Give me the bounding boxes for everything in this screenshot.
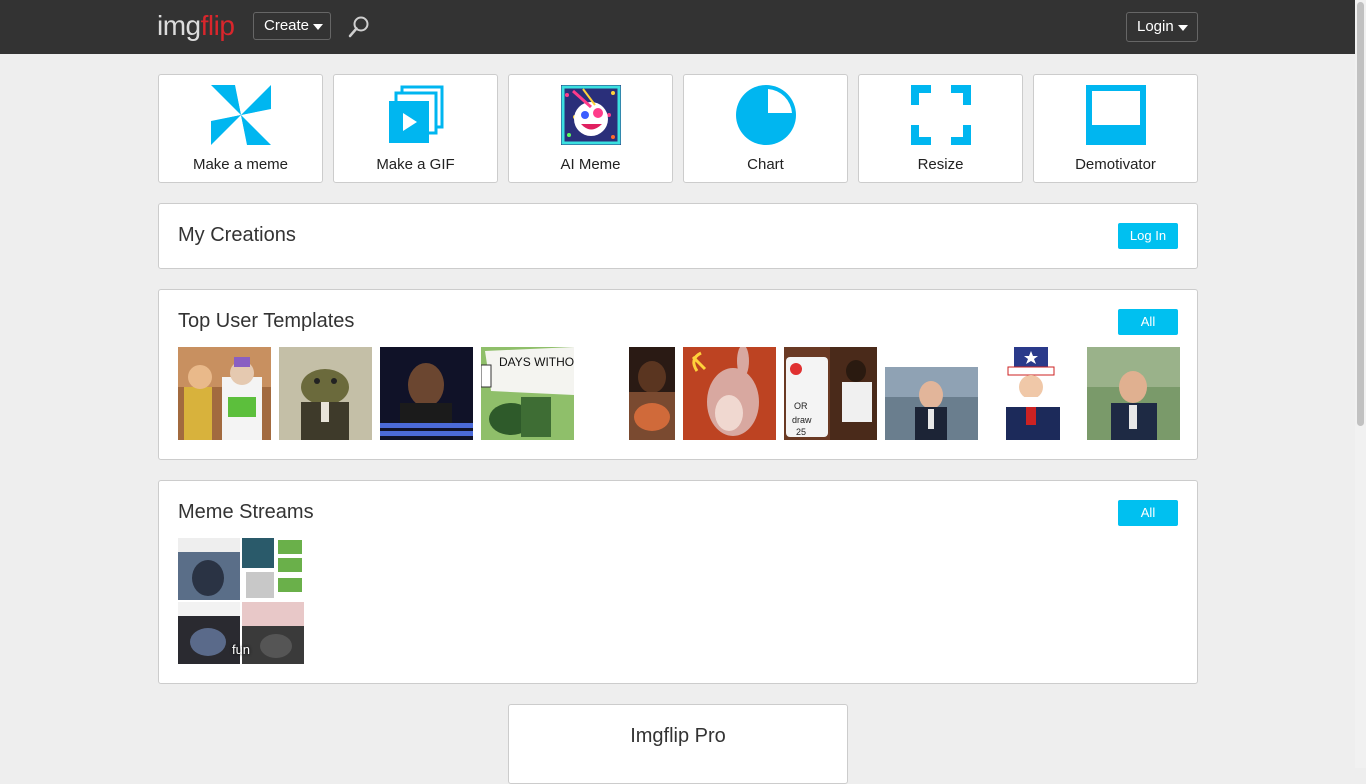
- login-dropdown-button[interactable]: Login: [1126, 12, 1198, 42]
- template-thumbnail[interactable]: [683, 347, 776, 440]
- stream-collage-image: [178, 538, 240, 600]
- streams-all-button[interactable]: All: [1118, 500, 1178, 526]
- template-caption: DAYS WITHO: [499, 355, 574, 369]
- svg-text:OR: OR: [794, 401, 808, 411]
- create-label: Create: [264, 17, 310, 34]
- demotivator-tile[interactable]: Demotivator: [1033, 74, 1198, 183]
- ai-meme-icon: [561, 85, 621, 145]
- tile-label: Demotivator: [1075, 156, 1156, 173]
- logo-text-img: img: [157, 10, 201, 41]
- stream-fun[interactable]: fun: [178, 538, 304, 664]
- tile-label: Chart: [747, 156, 784, 173]
- svg-text:draw: draw: [792, 415, 812, 425]
- logo-text-flip: flip: [200, 10, 235, 41]
- template-thumbnail[interactable]: [1087, 347, 1180, 440]
- meme-streams-panel: Meme Streams All fun: [158, 480, 1198, 684]
- search-icon[interactable]: [347, 15, 371, 39]
- pie-chart-icon: [736, 85, 796, 145]
- svg-text:25: 25: [796, 427, 806, 437]
- stream-collage-image: [242, 538, 304, 600]
- imgflip-pro-title: Imgflip Pro: [630, 725, 726, 747]
- chevron-down-icon: [1178, 25, 1188, 31]
- scrollbar-thumb[interactable]: [1357, 2, 1364, 426]
- imgflip-pro-panel: Imgflip Pro: [508, 704, 848, 784]
- gif-stack-icon: [389, 85, 444, 143]
- top-user-templates-title: Top User Templates: [178, 310, 355, 332]
- template-thumbnail[interactable]: [582, 347, 675, 440]
- template-thumbnail[interactable]: [885, 347, 978, 440]
- template-thumbnail[interactable]: [178, 347, 271, 440]
- template-thumbnail[interactable]: DAYS WITHO: [481, 347, 574, 440]
- log-in-button[interactable]: Log In: [1118, 223, 1178, 249]
- top-navbar: imgflip Create Login: [0, 0, 1366, 54]
- template-thumbnail[interactable]: OR draw 25: [784, 347, 877, 440]
- imgflip-logo[interactable]: imgflip: [157, 9, 235, 43]
- tile-label: Resize: [917, 156, 964, 173]
- chevron-down-icon: [313, 24, 323, 30]
- login-label: Login: [1137, 18, 1174, 35]
- meme-streams-title: Meme Streams: [178, 501, 314, 523]
- chart-tile[interactable]: Chart: [683, 74, 848, 183]
- make-a-meme-tile[interactable]: Make a meme: [158, 74, 323, 183]
- template-thumbnail[interactable]: [986, 347, 1079, 440]
- pinwheel-icon: [211, 85, 271, 145]
- tile-label: AI Meme: [560, 156, 621, 173]
- demotivator-frame-icon: [1086, 85, 1146, 145]
- template-thumbnail[interactable]: [380, 347, 473, 440]
- tile-label: Make a meme: [192, 156, 289, 173]
- template-thumbnail[interactable]: [279, 347, 372, 440]
- my-creations-title: My Creations: [178, 224, 296, 246]
- my-creations-panel: My Creations Log In: [158, 203, 1198, 269]
- tile-label: Make a GIF: [376, 156, 455, 173]
- templates-all-button[interactable]: All: [1118, 309, 1178, 335]
- resize-corners-icon: [911, 85, 971, 145]
- stream-label: fun: [231, 642, 251, 657]
- top-user-templates-panel: Top User Templates All DAYS WITHO OR dra…: [158, 289, 1198, 460]
- ai-meme-tile[interactable]: AI Meme: [508, 74, 673, 183]
- create-dropdown-button[interactable]: Create: [253, 12, 331, 40]
- make-a-gif-tile[interactable]: Make a GIF: [333, 74, 498, 183]
- resize-tile[interactable]: Resize: [858, 74, 1023, 183]
